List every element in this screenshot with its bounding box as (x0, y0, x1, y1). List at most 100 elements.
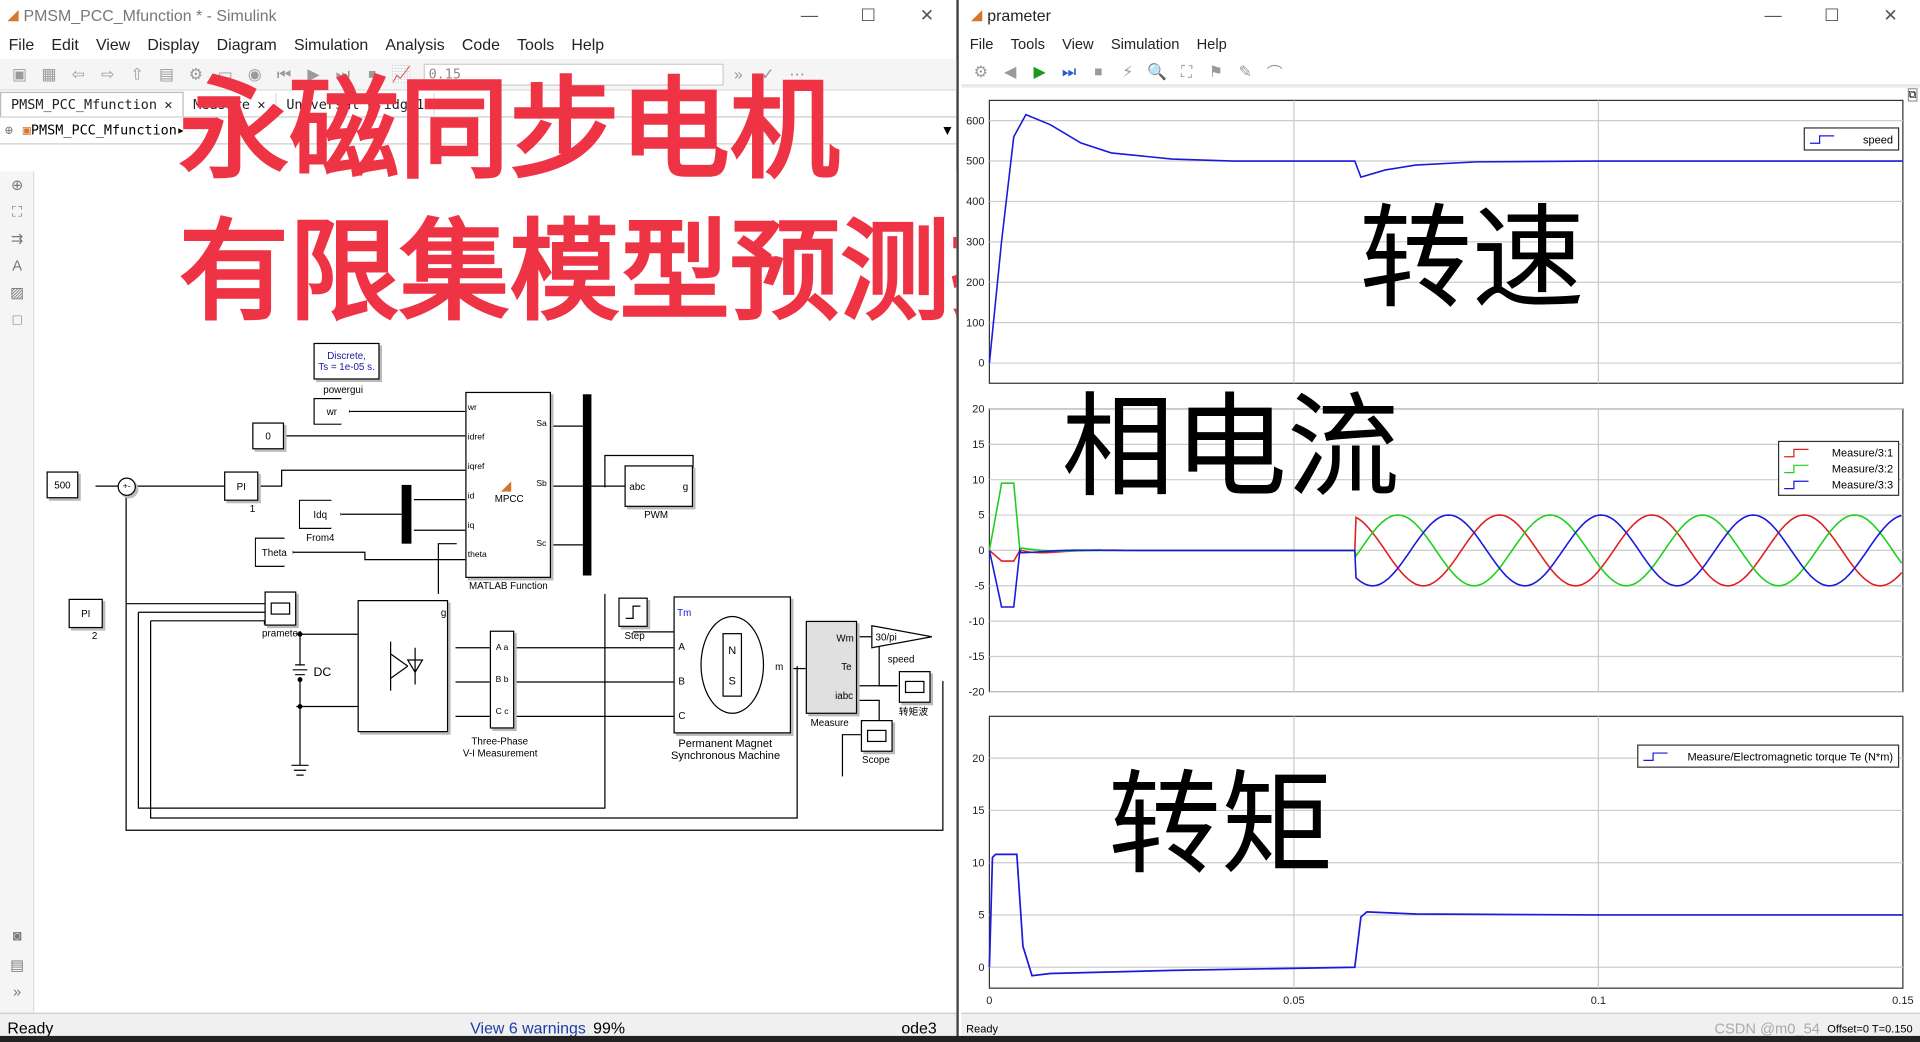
constant-zero-block[interactable]: 0 (252, 422, 285, 450)
prameter-scope-block[interactable] (264, 591, 297, 626)
scope-screen-icon (866, 729, 887, 743)
maximize-button[interactable]: ☐ (1802, 4, 1861, 25)
simulink-window: ◢ PMSM_PCC_Mfunction * - Simulink — ☐ ✕ … (0, 0, 959, 1042)
menu-code[interactable]: Code (462, 35, 500, 53)
pwm-block[interactable]: abc g (624, 465, 694, 507)
menu-analysis[interactable]: Analysis (385, 35, 444, 53)
status-warnings-link[interactable]: View 6 warnings (470, 1019, 586, 1037)
pi1-block[interactable]: PI (224, 471, 259, 501)
step-block[interactable] (618, 597, 648, 627)
pmsm-in-port-label: C (678, 710, 686, 722)
fit-view-icon[interactable]: ⛶ (6, 203, 28, 225)
sum-block[interactable]: +- (117, 477, 136, 496)
wm-label: Wm (836, 633, 854, 645)
new-model-icon[interactable]: ▣ (9, 63, 31, 85)
style-icon[interactable]: ✎ (1234, 61, 1256, 83)
close-tab-icon[interactable]: ✕ (164, 97, 172, 113)
library-icon[interactable]: ▤ (156, 63, 178, 85)
menu-view[interactable]: View (1062, 36, 1094, 53)
annotation-icon[interactable]: A (6, 257, 28, 279)
menu-view[interactable]: View (96, 35, 130, 53)
pmsm-in-port-label: B (678, 675, 685, 687)
menu-diagram[interactable]: Diagram (217, 35, 277, 53)
scope-menubar: File Tools View Simulation Help (961, 29, 1920, 59)
status-zoom: 99% (593, 1018, 626, 1038)
vi-port-label: A a (495, 643, 509, 653)
image-icon[interactable]: ▨ (6, 284, 28, 306)
close-button[interactable]: ✕ (1861, 4, 1920, 25)
fit-view-icon[interactable]: ⛶ (1176, 61, 1198, 83)
menu-tools[interactable]: Tools (517, 35, 554, 53)
pi1-number: 1 (249, 503, 256, 515)
menu-edit[interactable]: Edit (51, 35, 78, 53)
triggers-icon[interactable]: ⚑ (1205, 61, 1227, 83)
powergui-block[interactable]: Discrete, Ts = 1e-05 s. (313, 342, 380, 380)
zoom-icon[interactable]: 🔍 (1146, 61, 1168, 83)
minimize-button[interactable]: — (1744, 5, 1803, 25)
maximize-button[interactable]: ☐ (839, 4, 898, 25)
legend-entry: Measure/3:3 (1784, 476, 1893, 492)
breadcrumb-model[interactable]: PMSM_PCC_Mfunction (31, 122, 177, 138)
mux-block[interactable] (582, 394, 592, 576)
expand-icon[interactable]: » (6, 983, 28, 1005)
menu-help[interactable]: Help (1197, 36, 1227, 53)
pi2-block[interactable]: PI (68, 598, 103, 629)
menu-tools[interactable]: Tools (1011, 36, 1045, 53)
forward-icon[interactable]: ⇨ (97, 63, 119, 85)
vi-measurement-block[interactable]: A a B b C c (489, 630, 515, 729)
simulink-titlebar: ◢ PMSM_PCC_Mfunction * - Simulink — ☐ ✕ (0, 0, 956, 29)
explorer-bar-icon[interactable]: ▤ (6, 956, 28, 978)
up-icon[interactable]: ⇧ (126, 63, 148, 85)
three-phase-label-1: Three-Phase (471, 735, 529, 747)
run-icon[interactable]: ▶ (1029, 61, 1051, 83)
tab-pmsm-pcc[interactable]: PMSM_PCC_Mfunction ✕ (0, 91, 184, 117)
y-tick-label: -15 (969, 651, 985, 663)
legend-speed[interactable]: speed (1803, 127, 1900, 151)
zoom-icon[interactable]: ⊕ (6, 176, 28, 198)
legend-line-icon (1784, 464, 1809, 473)
menu-display[interactable]: Display (147, 35, 199, 53)
pi2-label: PI (81, 607, 91, 619)
legend-current[interactable]: Measure/3:1 Measure/3:2 Measure/3:3 (1777, 440, 1900, 496)
menu-simulation[interactable]: Simulation (294, 35, 368, 53)
mpcc-in-port-label: iq (467, 521, 475, 531)
y-tick-label: 0 (978, 545, 984, 557)
motor-icon: NS (700, 615, 765, 714)
cursor-measure-icon[interactable]: ⌒ (1264, 61, 1286, 83)
close-button[interactable]: ✕ (898, 4, 957, 25)
menu-file[interactable]: File (9, 35, 35, 53)
legend-torque-label: Measure/Electromagnetic torque Te (N*m) (1687, 750, 1894, 763)
constant-500-block[interactable]: 500 (46, 471, 79, 499)
from4-label: From4 (306, 532, 335, 544)
step-forward-icon[interactable]: ⏭ (1058, 61, 1080, 83)
highlight-icon[interactable]: ⚡ (1117, 61, 1139, 83)
menu-help[interactable]: Help (571, 35, 604, 53)
area-icon[interactable]: □ (6, 311, 28, 333)
y-tick-label: -20 (969, 687, 985, 699)
settings-gear-icon[interactable]: ⚙ (970, 61, 992, 83)
back-icon[interactable]: ⇦ (67, 63, 89, 85)
scope-block[interactable] (860, 720, 893, 752)
universal-bridge-block[interactable] (357, 600, 449, 733)
stop-icon[interactable]: ⏹ (1087, 61, 1109, 83)
gain-label: 30/pi (875, 631, 897, 643)
restore-plot-icon[interactable]: ⧉ (1907, 88, 1918, 102)
step-back-icon[interactable]: ◀ (999, 61, 1021, 83)
y-tick-label: 15 (972, 439, 984, 451)
scope-label: Scope (862, 754, 890, 766)
legend-torque[interactable]: Measure/Electromagnetic torque Te (N*m) (1637, 744, 1900, 768)
save-icon[interactable]: ▦ (38, 63, 60, 85)
explorer-icon[interactable]: ⊕ (5, 122, 13, 138)
taskbar-strip (0, 1035, 1920, 1042)
y-tick-label: 200 (966, 277, 984, 289)
demux-block[interactable] (401, 484, 412, 544)
chevron-down-icon[interactable]: ▼ (943, 122, 951, 138)
arrows-icon[interactable]: ⇉ (6, 230, 28, 252)
legend-entry: Measure/3:1 (1784, 444, 1893, 460)
camera-icon[interactable]: ◙ (6, 927, 28, 949)
menu-file[interactable]: File (970, 36, 994, 53)
menu-simulation[interactable]: Simulation (1111, 36, 1180, 53)
m-label: m (775, 661, 784, 673)
minimize-button[interactable]: — (780, 5, 839, 25)
torque-scope-block[interactable] (898, 671, 931, 703)
